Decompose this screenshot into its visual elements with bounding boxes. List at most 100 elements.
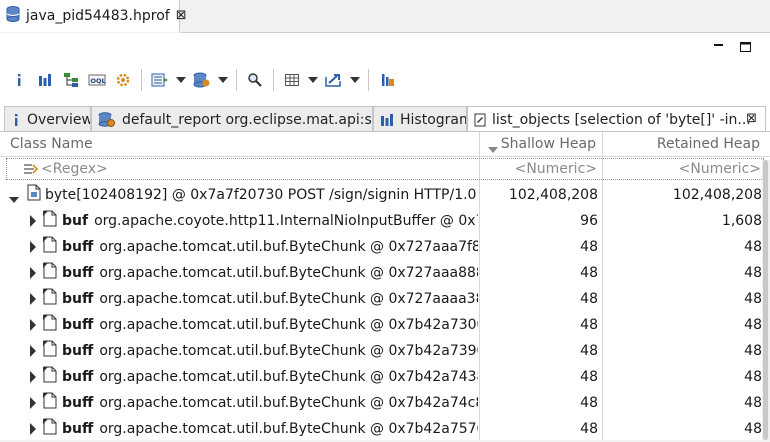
row-name: buff org.apache.tomcat.util.buf.ByteChunk…	[62, 416, 478, 442]
chevron-down-icon[interactable]	[215, 68, 231, 92]
chevron-right-icon[interactable]	[29, 267, 39, 279]
retained-heap-value: 48	[744, 239, 762, 255]
column-header-class-name[interactable]: Class Name	[10, 132, 93, 156]
report-icon	[98, 111, 116, 128]
field-name: buff	[62, 395, 94, 411]
search-icon[interactable]	[242, 68, 268, 92]
histogram-icon	[380, 113, 394, 127]
column-header-retained-heap[interactable]: Retained Heap	[657, 132, 760, 156]
tab-overview[interactable]: Overview	[4, 106, 91, 132]
close-icon[interactable]: ⊠	[176, 8, 187, 23]
field-name: buf	[62, 213, 89, 229]
class-name: org.apache.tomcat.util.buf.ByteChunk @ 0…	[99, 421, 478, 437]
info-icon	[11, 113, 21, 127]
row-name: buff org.apache.tomcat.util.buf.ByteChunk…	[62, 338, 478, 364]
tab-histogram-label: Histogram	[400, 111, 467, 128]
table-row[interactable]: buff org.apache.tomcat.util.buf.ByteChunk…	[0, 390, 762, 416]
chevron-down-icon[interactable]	[305, 68, 321, 92]
chevron-right-icon[interactable]	[29, 241, 39, 253]
sort-descending-icon[interactable]	[488, 141, 498, 157]
column-header-shallow-heap[interactable]: Shallow Heap	[501, 132, 596, 156]
field-name: buff	[62, 421, 94, 437]
table-row[interactable]: buf org.apache.coyote.http11.InternalNioI…	[0, 208, 762, 234]
query-browser-icon[interactable]	[147, 68, 173, 92]
chevron-down-icon[interactable]	[347, 68, 363, 92]
table-row[interactable]: buff org.apache.tomcat.util.buf.ByteChunk…	[0, 286, 762, 312]
filter-row: <Regex> <Numeric> <Numeric>	[6, 158, 764, 180]
reference-icon	[42, 262, 58, 280]
row-name: buff org.apache.tomcat.util.buf.ByteChunk…	[62, 286, 478, 312]
export-icon[interactable]	[321, 68, 347, 92]
info-icon[interactable]	[6, 68, 32, 92]
chevron-down-icon[interactable]	[173, 68, 189, 92]
close-icon[interactable]: ⊠	[746, 111, 757, 126]
class-name-filter-input[interactable]: <Regex>	[41, 159, 108, 179]
field-name: buff	[62, 317, 94, 333]
tab-default-report-label: default_report org.eclipse.mat.api:su...	[122, 111, 373, 128]
retained-heap-value: 48	[744, 369, 762, 385]
table-row[interactable]: buff org.apache.tomcat.util.buf.ByteChunk…	[0, 416, 762, 442]
query-icon	[474, 113, 486, 127]
chevron-right-icon[interactable]	[29, 371, 39, 383]
result-tabs: Overview default_report org.eclipse.mat.…	[0, 106, 770, 132]
retained-heap-value: 1,608	[721, 213, 762, 229]
heap-dump-overview-icon[interactable]	[110, 68, 136, 92]
retained-heap-value: 48	[744, 265, 762, 281]
editor-tab[interactable]: java_pid54483.hprof ⊠	[0, 0, 187, 32]
class-name: org.apache.coyote.http11.InternalNioInpu…	[94, 213, 478, 229]
chevron-right-icon[interactable]	[29, 423, 39, 435]
shallow-heap-value: 48	[580, 395, 598, 411]
retained-heap-value: 48	[744, 343, 762, 359]
table-row[interactable]: buff org.apache.tomcat.util.buf.ByteChunk…	[0, 312, 762, 338]
tab-histogram[interactable]: Histogram	[373, 106, 467, 132]
shallow-heap-value: 48	[580, 369, 598, 385]
retained-heap-value: 48	[744, 291, 762, 307]
class-name: org.apache.tomcat.util.buf.ByteChunk @ 0…	[99, 395, 478, 411]
table-row[interactable]: byte[102408192] @ 0x7a7f20730 POST /sign…	[0, 182, 762, 208]
root-object-name: byte[102408192] @ 0x7a7f20730 POST /sign…	[45, 187, 478, 203]
chevron-right-icon[interactable]	[29, 397, 39, 409]
dominator-tree-icon[interactable]	[58, 68, 84, 92]
class-name: org.apache.tomcat.util.buf.ByteChunk @ 0…	[99, 265, 478, 281]
table-row[interactable]: buff org.apache.tomcat.util.buf.ByteChunk…	[0, 338, 762, 364]
tab-default-report[interactable]: default_report org.eclipse.mat.api:su...	[91, 106, 373, 132]
scrollbar-thumb[interactable]	[763, 160, 768, 440]
chevron-right-icon[interactable]	[29, 319, 39, 331]
tab-overview-label: Overview	[27, 111, 91, 128]
row-name: buff org.apache.tomcat.util.buf.ByteChunk…	[62, 390, 478, 416]
reference-icon	[42, 288, 58, 306]
row-name: buf org.apache.coyote.http11.InternalNioI…	[62, 208, 478, 234]
chevron-down-icon[interactable]	[9, 192, 19, 204]
row-name: buff org.apache.tomcat.util.buf.ByteChunk…	[62, 364, 478, 390]
shallow-heap-filter-input[interactable]: <Numeric>	[515, 159, 597, 179]
field-name: buff	[62, 343, 94, 359]
chevron-right-icon[interactable]	[29, 345, 39, 357]
retained-heap-value: 48	[744, 421, 762, 437]
minimize-icon[interactable]	[711, 40, 727, 54]
editor-tab-title: java_pid54483.hprof	[26, 7, 170, 24]
oql-icon[interactable]: OQL	[84, 68, 110, 92]
table-row[interactable]: buff org.apache.tomcat.util.buf.ByteChunk…	[0, 234, 762, 260]
regex-filter-icon	[23, 162, 39, 180]
field-name: buff	[62, 291, 94, 307]
chevron-right-icon[interactable]	[29, 215, 39, 227]
open-heap-dump-icon[interactable]	[189, 68, 215, 92]
table-row[interactable]: buff org.apache.tomcat.util.buf.ByteChunk…	[0, 364, 762, 390]
reference-icon	[42, 314, 58, 332]
histogram-icon[interactable]	[32, 68, 58, 92]
toolbar-separator	[368, 69, 369, 91]
maximize-icon[interactable]	[738, 40, 754, 54]
reference-icon	[42, 392, 58, 410]
grouping-icon[interactable]	[279, 68, 305, 92]
calculate-retained-size-icon[interactable]	[374, 68, 400, 92]
row-name: buff org.apache.tomcat.util.buf.ByteChunk…	[62, 260, 478, 286]
shallow-heap-value: 96	[580, 213, 598, 229]
table-row[interactable]: buff org.apache.tomcat.util.buf.ByteChunk…	[0, 260, 762, 286]
retained-heap-filter-input[interactable]: <Numeric>	[679, 159, 761, 179]
field-name: buff	[62, 239, 94, 255]
tab-list-objects[interactable]: list_objects [selection of 'byte[]' -in.…	[467, 106, 766, 132]
tab-list-objects-label: list_objects [selection of 'byte[]' -in.…	[492, 111, 751, 128]
chevron-right-icon[interactable]	[29, 293, 39, 305]
shallow-heap-value: 48	[580, 421, 598, 437]
toolbar-separator	[236, 69, 237, 91]
